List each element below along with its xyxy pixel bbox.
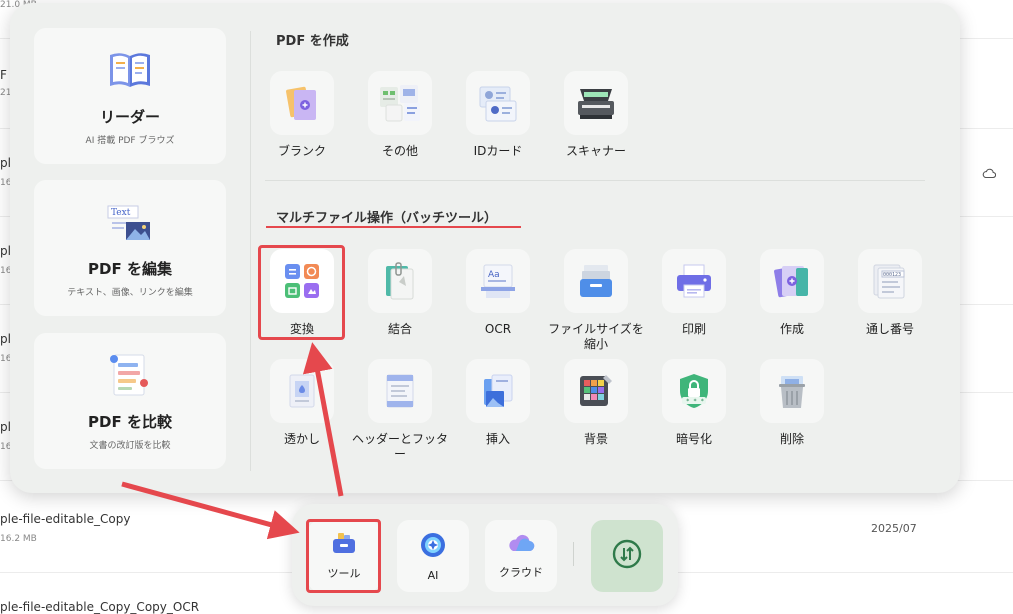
tool-label: 挿入 (485, 432, 510, 446)
ocr-icon: Aa (466, 249, 530, 313)
insert-icon (466, 359, 530, 423)
reader-title: リーダー (99, 108, 160, 126)
ai-assistant-icon (419, 531, 447, 563)
tool-label: ブランク (277, 144, 326, 158)
merge-icon (368, 249, 432, 313)
encrypt-icon: * * * (662, 359, 726, 423)
reader-subtitle: AI 搭載 PDF ブラウズ (85, 136, 175, 146)
compare-pdf-title: PDF を比較 (88, 413, 172, 431)
convert-highlight-box (258, 245, 345, 340)
svg-text:* * *: * * * (686, 398, 704, 405)
vertical-divider (250, 31, 251, 471)
cloud-icon (506, 532, 536, 558)
tool-scanner[interactable]: スキャナー (551, 71, 641, 159)
tool-label: 削除 (779, 432, 804, 446)
tool-encrypt[interactable]: * * * 暗号化 (649, 359, 739, 447)
edit-pdf-card[interactable]: Text PDF を編集 テキスト、画像、リンクを編集 (34, 180, 226, 316)
dock-sync-button[interactable] (591, 520, 663, 592)
file-size: 16.2 MB (0, 534, 37, 544)
other-docs-icon (368, 71, 432, 135)
dock-ai-label: AI (427, 568, 439, 582)
tool-other[interactable]: その他 (355, 71, 445, 159)
svg-text:000123: 000123 (883, 272, 901, 278)
scanner-icon (564, 71, 628, 135)
compress-icon (564, 249, 628, 313)
reader-book-icon (106, 46, 154, 94)
file-date: 2025/07 (871, 522, 917, 535)
cloud-icon[interactable] (982, 164, 997, 183)
tool-label: 印刷 (681, 322, 706, 336)
compare-icon (106, 351, 154, 399)
file-name: F (0, 68, 7, 82)
dock-ai-button[interactable]: AI (397, 520, 469, 592)
section-divider (265, 180, 925, 181)
tool-delete[interactable]: 削除 (747, 359, 837, 447)
tool-label: その他 (381, 144, 418, 158)
blank-page-icon (270, 71, 334, 135)
dock-cloud-label: クラウド (499, 566, 543, 579)
tool-label: 結合 (387, 322, 412, 336)
edit-pdf-subtitle: テキスト、画像、リンクを編集 (67, 288, 193, 298)
tool-create[interactable]: 作成 (747, 249, 837, 337)
batch-title-underline (266, 226, 521, 228)
tool-label: スキャナー (565, 144, 626, 158)
edit-text-icon: Text (106, 198, 154, 246)
create-pdf-section-title: PDF を作成 (276, 34, 349, 49)
file-name: ple-file-editable_Copy_Copy_OCR (0, 600, 200, 614)
sync-icon (611, 538, 643, 574)
edit-icon-text: Text (111, 208, 131, 218)
compare-pdf-subtitle: 文書の改訂版を比較 (89, 441, 171, 451)
tool-label: 暗号化 (675, 432, 712, 446)
tool-label: ファイルサイズを縮小 (548, 322, 644, 351)
tool-label: OCR (484, 322, 512, 336)
id-card-icon (466, 71, 530, 135)
tool-label: ヘッダーとフッター (351, 432, 448, 461)
tool-ocr[interactable]: Aa OCR (453, 249, 543, 337)
dock-cloud-button[interactable]: クラウド (485, 520, 557, 592)
compare-pdf-card[interactable]: PDF を比較 文書の改訂版を比較 (34, 333, 226, 469)
file-name: ple-file-editable_Copy (0, 512, 131, 526)
header-footer-icon (368, 359, 432, 423)
tool-print[interactable]: 印刷 (649, 249, 739, 337)
bates-number-icon: 000123 (858, 249, 922, 313)
tool-background[interactable]: 背景 (551, 359, 641, 447)
tool-insert[interactable]: 挿入 (453, 359, 543, 447)
delete-icon (760, 359, 824, 423)
create-icon (760, 249, 824, 313)
tool-label: 通し番号 (865, 322, 914, 336)
tool-watermark[interactable]: 透かし (257, 359, 347, 447)
tool-merge[interactable]: 結合 (355, 249, 445, 337)
tool-header-footer[interactable]: ヘッダーとフッター (352, 359, 448, 462)
tool-label: IDカード (473, 144, 523, 158)
tool-label: 作成 (779, 322, 804, 336)
reader-card[interactable]: リーダー AI 搭載 PDF ブラウズ (34, 28, 226, 164)
tool-blank[interactable]: ブランク (257, 71, 347, 159)
print-icon (662, 249, 726, 313)
watermark-icon (270, 359, 334, 423)
dock-separator (573, 542, 574, 566)
tool-label: 透かし (283, 432, 320, 446)
background-icon (564, 359, 628, 423)
tools-highlight-box (306, 519, 381, 593)
svg-text:Aa: Aa (488, 270, 500, 280)
tool-compress[interactable]: ファイルサイズを縮小 (548, 249, 644, 352)
edit-pdf-title: PDF を編集 (88, 260, 172, 278)
tool-bates-number[interactable]: 000123 通し番号 (845, 249, 935, 337)
tool-label: 背景 (583, 432, 608, 446)
tool-id-card[interactable]: IDカード (453, 71, 543, 159)
batch-tools-section-title: マルチファイル操作（バッチツール） (276, 211, 498, 226)
